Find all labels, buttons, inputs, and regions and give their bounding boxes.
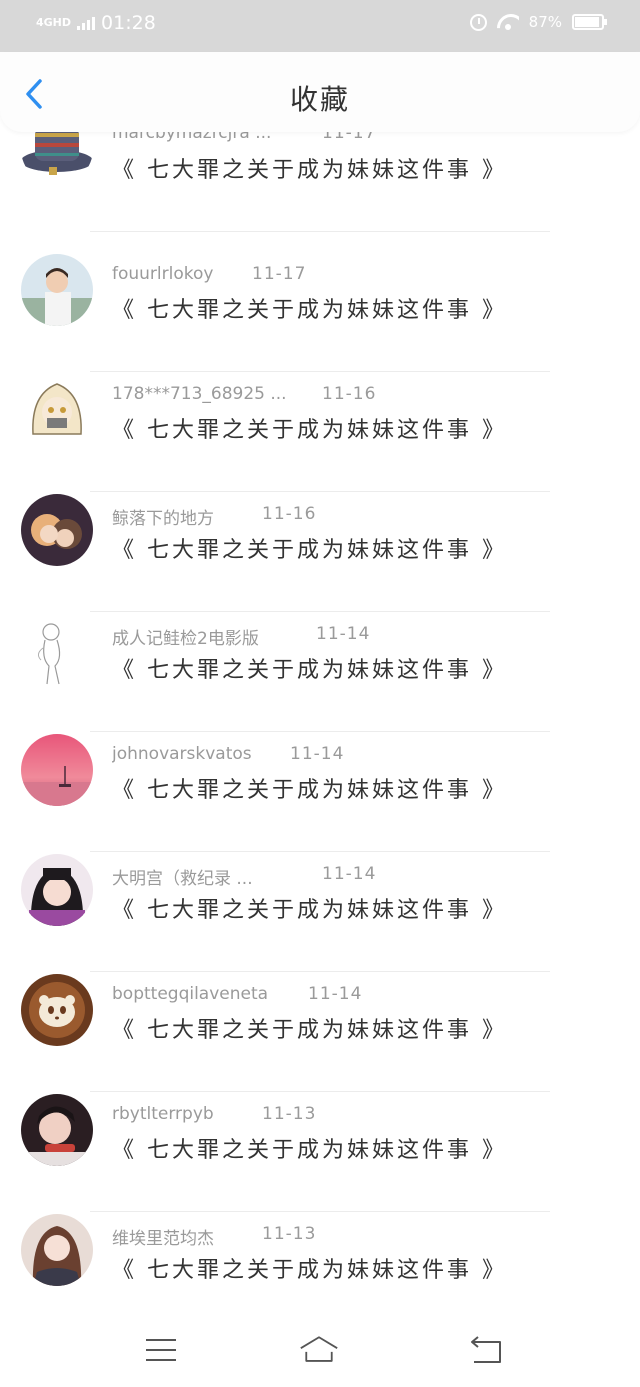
- date: 11-17: [322, 132, 377, 143]
- date: 11-14: [316, 624, 371, 644]
- item-meta: 178***713_68925 ... 11-16: [112, 384, 376, 404]
- avatar[interactable]: [21, 974, 93, 1046]
- battery-percent: 87%: [528, 13, 562, 31]
- item-meta: fouurlrlokoy 11-17: [112, 264, 306, 284]
- alarm-icon: [469, 13, 487, 31]
- item-meta: 成人记鲑检2电影版 11-14: [112, 624, 370, 649]
- battery-icon: [572, 14, 607, 30]
- username: marcbymazrcjra ...: [112, 132, 272, 143]
- username: rbytlterrpyb: [112, 1104, 214, 1124]
- post-title[interactable]: 《 七大罪之关于成为妹妹这件事 》: [112, 1252, 507, 1284]
- item-meta: rbytlterrpyb 11-13: [112, 1104, 316, 1124]
- list-item[interactable]: marcbymazrcjra ... 11-17 《 七大罪之关于成为妹妹这件事…: [0, 132, 640, 232]
- avatar[interactable]: [21, 734, 93, 806]
- girl-portrait-avatar-image: [21, 1214, 93, 1286]
- sketch-avatar-image: [21, 614, 93, 686]
- post-title[interactable]: 《 七大罪之关于成为妹妹这件事 》: [112, 652, 507, 684]
- date: 11-13: [262, 1104, 317, 1124]
- avatar[interactable]: [21, 374, 93, 446]
- item-meta: bopttegqilaveneta 11-14: [112, 984, 362, 1004]
- return-button[interactable]: [466, 1332, 506, 1368]
- status-bar: 4GHD 01:28 87%: [0, 0, 640, 52]
- list-item[interactable]: 成人记鲑检2电影版 11-14 《 七大罪之关于成为妹妹这件事 》: [0, 612, 640, 732]
- avatar[interactable]: [21, 614, 93, 686]
- list-item[interactable]: 维埃里范均杰 11-13 《 七大罪之关于成为妹妹这件事 》: [0, 1212, 640, 1312]
- post-title[interactable]: 《 七大罪之关于成为妹妹这件事 》: [112, 1012, 507, 1044]
- home-icon: [300, 1336, 338, 1362]
- couple-avatar-image: [21, 494, 93, 566]
- username: bopttegqilaveneta: [112, 984, 269, 1004]
- avatar[interactable]: [21, 494, 93, 566]
- post-title[interactable]: 《 七大罪之关于成为妹妹这件事 》: [112, 292, 507, 324]
- home-button[interactable]: [299, 1332, 343, 1368]
- girl-avatar-image: [21, 854, 93, 926]
- list-item[interactable]: fouurlrlokoy 11-17 《 七大罪之关于成为妹妹这件事 》: [0, 252, 640, 372]
- menu-button[interactable]: [141, 1332, 181, 1368]
- list-item[interactable]: johnovarskvatos 11-14 《 七大罪之关于成为妹妹这件事 》: [0, 732, 640, 852]
- post-title[interactable]: 《 七大罪之关于成为妹妹这件事 》: [112, 152, 507, 184]
- list-item[interactable]: rbytlterrpyb 11-13 《 七大罪之关于成为妹妹这件事 》: [0, 1092, 640, 1212]
- post-title[interactable]: 《 七大罪之关于成为妹妹这件事 》: [112, 772, 507, 804]
- avatar[interactable]: [21, 254, 93, 326]
- item-meta: 维埃里范均杰 11-13: [112, 1224, 316, 1249]
- username: fouurlrlokoy: [112, 264, 214, 284]
- anime-hood-avatar-image: [21, 374, 93, 446]
- username: 鲸落下的地方: [112, 509, 214, 529]
- username: 成人记鲑检2电影版: [112, 629, 259, 649]
- favorites-list[interactable]: marcbymazrcjra ... 11-17 《 七大罪之关于成为妹妹这件事…: [0, 132, 640, 1312]
- post-title[interactable]: 《 七大罪之关于成为妹妹这件事 》: [112, 892, 507, 924]
- sunset-avatar-image: [21, 734, 93, 806]
- network-label: 4GHD: [36, 16, 72, 29]
- list-item[interactable]: bopttegqilaveneta 11-14 《 七大罪之关于成为妹妹这件事 …: [0, 972, 640, 1092]
- back-icon: [471, 1336, 501, 1363]
- avatar[interactable]: [21, 1214, 93, 1286]
- item-meta: 大明宫（救纪录 ... 11-14: [112, 864, 376, 889]
- divider: [90, 231, 550, 232]
- post-title[interactable]: 《 七大罪之关于成为妹妹这件事 》: [112, 1132, 507, 1164]
- post-title[interactable]: 《 七大罪之关于成为妹妹这件事 》: [112, 532, 507, 564]
- hat-avatar-image: [21, 132, 93, 185]
- wifi-icon: [497, 14, 519, 30]
- date: 11-14: [308, 984, 363, 1004]
- date: 11-16: [322, 384, 377, 404]
- system-nav-bar: [0, 1312, 640, 1387]
- avatar[interactable]: [21, 854, 93, 926]
- list-item[interactable]: 178***713_68925 ... 11-16 《 七大罪之关于成为妹妹这件…: [0, 372, 640, 492]
- username: 178***713_68925 ...: [112, 384, 287, 404]
- signal-icon: [77, 16, 96, 30]
- username: 大明宫（救纪录 ...: [112, 869, 253, 889]
- selfie-avatar-image: [21, 1094, 93, 1166]
- date: 11-13: [262, 1224, 317, 1244]
- page-title: 收藏: [289, 83, 350, 116]
- header: 收藏: [0, 52, 640, 132]
- list-item[interactable]: 大明宫（救纪录 ... 11-14 《 七大罪之关于成为妹妹这件事 》: [0, 852, 640, 972]
- avatar[interactable]: [21, 132, 93, 185]
- list-item[interactable]: 鲸落下的地方 11-16 《 七大罪之关于成为妹妹这件事 》: [0, 492, 640, 612]
- menu-icon: [146, 1339, 176, 1361]
- username: johnovarskvatos: [112, 744, 252, 764]
- username: 维埃里范均杰: [112, 1229, 214, 1249]
- item-meta: 鲸落下的地方 11-16: [112, 504, 316, 529]
- date: 11-17: [252, 264, 307, 284]
- item-meta: johnovarskvatos 11-14: [112, 744, 344, 764]
- status-time: 01:28: [101, 12, 156, 34]
- boy-avatar-image: [21, 254, 93, 326]
- date: 11-14: [290, 744, 345, 764]
- date: 11-16: [262, 504, 317, 524]
- avatar[interactable]: [21, 1094, 93, 1166]
- status-right: 87%: [469, 13, 607, 31]
- post-title[interactable]: 《 七大罪之关于成为妹妹这件事 》: [112, 412, 507, 444]
- status-left: 4GHD 01:28: [36, 12, 156, 34]
- date: 11-14: [322, 864, 377, 884]
- item-meta: marcbymazrcjra ... 11-17: [112, 132, 376, 143]
- latte-panda-avatar-image: [21, 974, 93, 1046]
